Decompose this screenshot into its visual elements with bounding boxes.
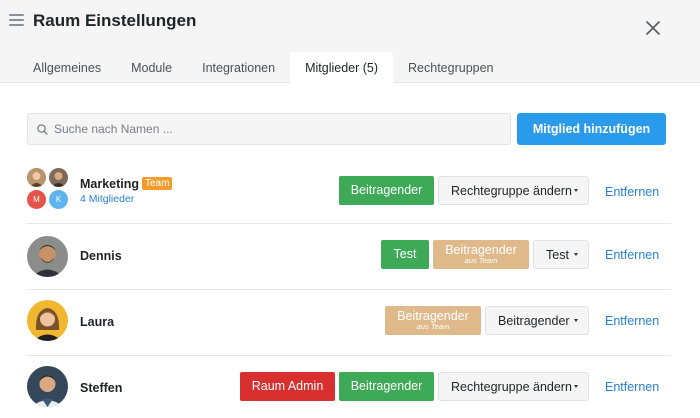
member-count-link[interactable]: 4 Mitglieder — [80, 193, 134, 205]
member-row-marketing: M K Marketing Team 4 Mitglieder Beitrage… — [27, 158, 671, 224]
member-name: Steffen — [80, 381, 123, 395]
tab-integrations[interactable]: Integrationen — [187, 52, 290, 83]
permission-group-dropdown[interactable]: Test — [533, 240, 589, 269]
avatar — [27, 236, 68, 277]
avatar — [27, 366, 68, 407]
role-tag-contributor[interactable]: Beitragender — [339, 372, 434, 401]
tab-members[interactable]: Mitglieder (5) — [290, 52, 394, 84]
member-row-laura: Laura Beitragender aus Team Beitragender … — [27, 290, 671, 356]
caret-down-icon — [574, 189, 578, 192]
role-tag-contributor-from-team[interactable]: Beitragender aus Team — [433, 240, 529, 269]
search-input[interactable] — [54, 122, 494, 136]
avatar — [49, 168, 68, 187]
team-badge: Team — [142, 177, 173, 190]
permission-group-dropdown[interactable]: Rechtegruppe ändern — [438, 372, 589, 401]
permission-group-dropdown[interactable]: Rechtegruppe ändern — [438, 176, 589, 205]
caret-down-icon — [574, 385, 578, 388]
caret-down-icon — [574, 319, 578, 322]
tab-modules[interactable]: Module — [116, 52, 187, 83]
search-box — [27, 113, 511, 145]
avatar — [27, 168, 46, 187]
add-member-button[interactable]: Mitglied hinzufügen — [517, 113, 666, 145]
member-name: Dennis — [80, 249, 122, 263]
avatar — [27, 300, 68, 341]
member-row-dennis: Dennis Test Beitragender aus Team Test En… — [27, 224, 671, 290]
settings-header: Raum Einstellungen Allgemeines Module In… — [0, 0, 700, 84]
role-tag-room-admin[interactable]: Raum Admin — [240, 372, 335, 401]
tab-bar: Allgemeines Module Integrationen Mitglie… — [18, 52, 509, 84]
remove-link[interactable]: Entfernen — [605, 314, 659, 328]
remove-link[interactable]: Entfernen — [605, 380, 659, 394]
page-title: Raum Einstellungen — [33, 11, 197, 30]
tab-general[interactable]: Allgemeines — [18, 52, 116, 83]
remove-link[interactable]: Entfernen — [605, 185, 659, 199]
caret-down-icon — [574, 253, 578, 256]
permission-group-dropdown[interactable]: Beitragender — [485, 306, 589, 335]
hamburger-menu-icon[interactable] — [9, 14, 24, 28]
role-tag-contributor[interactable]: Beitragender — [339, 176, 434, 205]
close-icon[interactable] — [646, 21, 660, 35]
team-avatar-group: M K — [27, 168, 69, 210]
role-tag-test[interactable]: Test — [381, 240, 429, 269]
member-name: Laura — [80, 315, 115, 329]
avatar-initial: M — [27, 190, 46, 209]
tab-permission-groups[interactable]: Rechtegruppen — [393, 52, 508, 83]
avatar-initial: K — [49, 190, 68, 209]
member-name: Marketing — [80, 177, 140, 191]
role-tag-contributor-from-team[interactable]: Beitragender aus Team — [385, 306, 481, 335]
member-row-steffen: Steffen Raum Admin Beitragender Rechtegr… — [27, 356, 671, 418]
search-icon — [37, 123, 48, 135]
remove-link[interactable]: Entfernen — [605, 248, 659, 262]
